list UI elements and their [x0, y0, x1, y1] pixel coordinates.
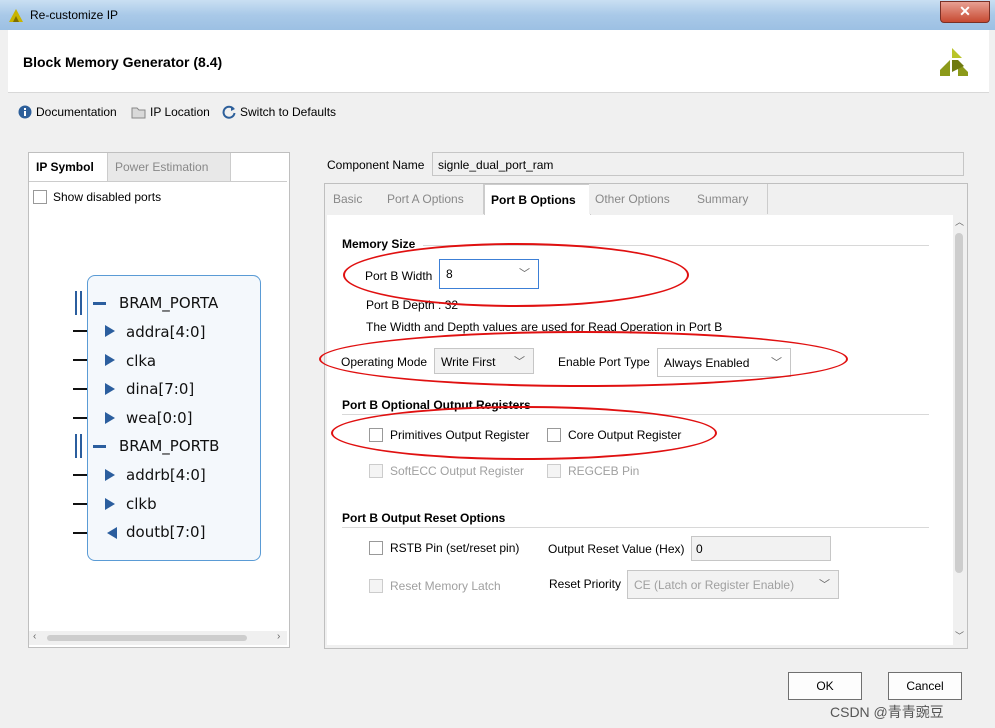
- switch-to-defaults-button[interactable]: Switch to Defaults: [222, 105, 336, 119]
- chevron-down-icon: ﹀: [819, 579, 830, 591]
- output-reset-value-label: Output Reset Value (Hex): [548, 542, 685, 556]
- bus-marker-icon: [80, 291, 82, 315]
- reset-memory-latch-label: Reset Memory Latch: [390, 579, 501, 593]
- watermark: CSDN @青青豌豆: [830, 704, 944, 720]
- scroll-down-icon[interactable]: ﹀: [955, 629, 964, 642]
- switch-defaults-label: Switch to Defaults: [240, 105, 337, 119]
- tab-ip-symbol[interactable]: IP Symbol: [29, 153, 110, 181]
- rstb-pin-checkbox[interactable]: RSTB Pin (set/reset pin): [369, 541, 519, 555]
- port-pin: [73, 359, 87, 361]
- section-output-reset-options: Port B Output Reset Options: [342, 511, 506, 525]
- reset-memory-latch-checkbox: Reset Memory Latch: [369, 579, 501, 593]
- ip-location-button[interactable]: IP Location: [131, 105, 210, 119]
- page-title: Block Memory Generator (8.4): [23, 54, 223, 70]
- info-icon: [18, 105, 32, 119]
- port-pin: [73, 474, 87, 476]
- tab-port-b-options[interactable]: Port B Options: [484, 184, 591, 216]
- port-pin: [73, 503, 87, 505]
- documentation-label: Documentation: [36, 105, 117, 119]
- tab-summary[interactable]: Summary: [691, 184, 768, 214]
- tab-port-a-options[interactable]: Port A Options: [381, 184, 484, 214]
- scroll-up-icon[interactable]: ︿: [955, 215, 964, 228]
- reset-priority-label: Reset Priority: [549, 577, 622, 591]
- section-memory-size: Memory Size: [342, 237, 416, 251]
- output-reset-value-field[interactable]: 0: [691, 536, 831, 561]
- bus-marker-icon: [75, 434, 77, 458]
- tab-basic[interactable]: Basic: [327, 184, 383, 214]
- port-pin: [73, 330, 87, 332]
- horizontal-scrollbar[interactable]: ‹ ›: [29, 631, 287, 645]
- annotation-ellipse: [331, 406, 717, 460]
- options-panel: Basic Port A Options Port B Options Othe…: [319, 183, 968, 649]
- cancel-button[interactable]: Cancel: [888, 672, 962, 700]
- port-bram-porta: BRAM_PORTA: [119, 294, 219, 312]
- regceb-pin-label: REGCEB Pin: [568, 464, 640, 478]
- tab-divider: [29, 181, 287, 182]
- title-bar[interactable]: Re-customize IP ✕: [0, 0, 995, 30]
- reset-priority-value: CE (Latch or Register Enable): [634, 578, 795, 592]
- refresh-icon: [222, 105, 236, 119]
- input-arrow-icon: [105, 325, 115, 337]
- port-pin: [73, 388, 87, 390]
- bus-marker-icon: [80, 434, 82, 458]
- xilinx-logo-icon: [940, 48, 968, 76]
- annotation-ellipse: [343, 243, 689, 307]
- port-b-options-content: Memory Size Port B Width 8 ﹀ Port B Dept…: [319, 215, 953, 645]
- output-arrow-icon: [107, 527, 117, 539]
- component-name-label: Component Name: [327, 158, 425, 172]
- collapse-icon[interactable]: [93, 302, 106, 305]
- show-disabled-ports-checkbox[interactable]: Show disabled ports: [33, 190, 161, 204]
- port-wea: wea[0:0]: [126, 409, 193, 427]
- ip-symbol-panel: IP Symbol Power Estimation Show disabled…: [28, 152, 290, 648]
- port-bram-portb: BRAM_PORTB: [119, 437, 220, 455]
- bus-marker-icon: [75, 291, 77, 315]
- close-button[interactable]: ✕: [940, 1, 990, 23]
- checkbox-box[interactable]: [369, 541, 383, 555]
- annotation-ellipse: [319, 331, 848, 387]
- ok-button[interactable]: OK: [788, 672, 862, 700]
- softecc-output-register-label: SoftECC Output Register: [390, 464, 525, 478]
- reset-priority-select: CE (Latch or Register Enable) ﹀: [627, 570, 839, 599]
- checkbox-box: [369, 464, 383, 478]
- scroll-right-icon[interactable]: ›: [277, 631, 280, 642]
- component-name-field[interactable]: signle_dual_port_ram: [432, 152, 964, 176]
- dialog-header: Block Memory Generator (8.4): [8, 30, 989, 93]
- ip-location-label: IP Location: [150, 105, 210, 119]
- port-addra: addra[4:0]: [126, 323, 206, 341]
- rstb-pin-label: RSTB Pin (set/reset pin): [390, 541, 520, 555]
- port-addrb: addrb[4:0]: [126, 466, 206, 484]
- port-dina: dina[7:0]: [126, 380, 195, 398]
- input-arrow-icon: [105, 412, 115, 424]
- softecc-output-register-checkbox: SoftECC Output Register: [369, 464, 524, 478]
- documentation-link[interactable]: Documentation: [18, 105, 117, 119]
- input-arrow-icon: [105, 383, 115, 395]
- input-arrow-icon: [105, 498, 115, 510]
- tab-power-estimation[interactable]: Power Estimation: [107, 153, 231, 182]
- checkbox-box[interactable]: [33, 190, 47, 204]
- input-arrow-icon: [105, 469, 115, 481]
- port-doutb: doutb[7:0]: [126, 523, 206, 541]
- app-icon: [9, 9, 23, 22]
- port-clkb: clkb: [126, 495, 157, 513]
- checkbox-box: [369, 579, 383, 593]
- port-clka: clka: [126, 352, 157, 370]
- port-pin: [73, 532, 87, 534]
- input-arrow-icon: [105, 354, 115, 366]
- checkbox-box: [547, 464, 561, 478]
- scrollbar-thumb[interactable]: [47, 635, 247, 641]
- folder-icon: [131, 107, 146, 118]
- section-divider: [342, 527, 929, 528]
- port-pin: [73, 417, 87, 419]
- scroll-left-icon[interactable]: ‹: [33, 631, 36, 642]
- regceb-pin-checkbox: REGCEB Pin: [547, 464, 639, 478]
- show-disabled-ports-label: Show disabled ports: [53, 190, 162, 204]
- tab-other-options[interactable]: Other Options: [589, 184, 692, 214]
- window-title: Re-customize IP: [30, 8, 119, 22]
- scrollbar-thumb[interactable]: [955, 233, 963, 573]
- collapse-icon[interactable]: [93, 445, 106, 448]
- vertical-scrollbar[interactable]: ︿ ﹀: [953, 215, 965, 645]
